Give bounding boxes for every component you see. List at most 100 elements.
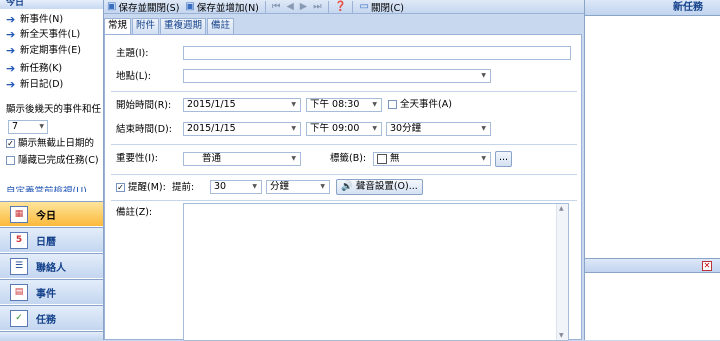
new-task-header: 新任務: [585, 0, 720, 16]
right-lower-header: ✕: [585, 258, 720, 273]
today-header: 今日: [0, 0, 103, 9]
tag-combo[interactable]: 無 ▼: [373, 152, 491, 166]
days-combo[interactable]: 7 ▼: [8, 120, 48, 134]
reminder-unit-combo[interactable]: 分鐘 ▼: [266, 180, 330, 194]
sound-settings-button[interactable]: 🔊 聲音設置(O)...: [336, 179, 423, 195]
color-swatch-icon: [377, 154, 387, 164]
dropdown-arrow-icon: ▼: [320, 183, 325, 190]
help-button[interactable]: ❓: [332, 0, 350, 13]
checkbox-checked-icon: ✓: [6, 139, 15, 148]
new-event-link[interactable]: ➔ 新事件(N): [6, 13, 63, 27]
location-combo[interactable]: ▼: [183, 69, 491, 83]
arrow-right-icon: ➔: [6, 13, 16, 26]
nav-events[interactable]: ▤ 事件: [0, 279, 103, 304]
arrow-right-icon: ➔: [6, 78, 16, 91]
notes-textarea[interactable]: ▲ ▼: [183, 203, 569, 341]
save-add-button[interactable]: ▣ 保存並增加(N): [182, 0, 261, 13]
nav-tasks[interactable]: ✓ 任務: [0, 305, 103, 330]
end-time-label: 結束時間(D):: [116, 124, 172, 135]
dropdown-arrow-icon: ▼: [372, 101, 377, 108]
contacts-icon: ☰: [10, 257, 28, 275]
end-time-combo[interactable]: 下午 09:00 ▼: [306, 122, 382, 136]
speaker-icon: 🔊: [341, 181, 353, 192]
location-label: 地點(L):: [116, 71, 151, 82]
subject-input[interactable]: [183, 46, 571, 60]
tab-general[interactable]: 常規: [104, 18, 132, 35]
first-record-button[interactable]: ⏮: [269, 0, 284, 13]
nav-more[interactable]: [0, 331, 103, 340]
tag-browse-button[interactable]: ...: [495, 151, 513, 167]
today-icon: ▦: [10, 205, 28, 223]
dropdown-arrow-icon: ▼: [291, 101, 296, 108]
right-panel: 新任務 ✕: [584, 0, 720, 340]
tab-notes[interactable]: 備註: [207, 18, 235, 34]
nav-calendar[interactable]: 5 日曆: [0, 227, 103, 252]
divider: [111, 200, 577, 201]
hide-completed-checkbox[interactable]: 隱藏已完成任務(C): [6, 155, 99, 167]
toolbar-separator: [327, 0, 329, 13]
tag-label: 標籤(B):: [330, 153, 367, 164]
close-doc-icon: ▭: [359, 1, 369, 12]
save-add-icon: ▣: [185, 1, 195, 12]
arrow-right-icon: ➔: [6, 44, 16, 57]
prev-icon: ◀: [286, 1, 294, 12]
tab-attachments[interactable]: 附件: [132, 18, 160, 34]
dropdown-arrow-icon: ▼: [372, 125, 377, 132]
divider: [111, 144, 577, 145]
event-form: 主題(I): 地點(L): ▼ 開始時間(R): 2015/1/15 ▼ 下午 0…: [104, 34, 582, 341]
tasks-icon: ✓: [10, 309, 28, 327]
subject-label: 主題(I):: [116, 48, 149, 59]
customize-view-link[interactable]: 自定義當前檢視(U)...: [6, 186, 96, 192]
new-diary-link[interactable]: ➔ 新日記(D): [6, 78, 63, 92]
start-time-combo[interactable]: 下午 08:30 ▼: [306, 98, 382, 112]
nav-today[interactable]: ▦ 今日: [0, 201, 103, 226]
next-record-button[interactable]: ▶: [297, 0, 310, 13]
toolbar: ▣ 保存並關閉(S) ▣ 保存並增加(N) ⏮ ◀ ▶ ⏭ ❓ ▭ 關閉(C): [104, 0, 584, 14]
duration-combo[interactable]: 30分鐘 ▼: [386, 122, 491, 136]
next-icon: ▶: [299, 1, 308, 12]
left-panel: 今日 ➔ 新事件(N) ➔ 新全天事件(L) ➔ 新定期事件(E) ➔ 新任務(K) ➔…: [0, 0, 104, 340]
prev-record-button[interactable]: ◀: [283, 0, 296, 13]
tab-strip: 常規 附件 重複週期 備註: [104, 18, 235, 35]
toolbar-separator: [352, 0, 354, 13]
tab-recurrence[interactable]: 重複週期: [160, 18, 207, 34]
importance-combo[interactable]: 普通 ▼: [183, 152, 301, 166]
close-icon[interactable]: ✕: [702, 261, 712, 271]
calendar-icon: 5: [10, 231, 28, 249]
last-icon: ⏭: [313, 1, 322, 12]
reminder-amount-combo[interactable]: 30 ▼: [210, 180, 262, 194]
close-button[interactable]: ▭ 關閉(C): [356, 0, 407, 13]
divider: [111, 174, 577, 175]
divider: [111, 91, 577, 92]
arrow-right-icon: ➔: [6, 62, 16, 75]
new-recurring-event-link[interactable]: ➔ 新定期事件(E): [6, 44, 81, 58]
allday-checkbox[interactable]: 全天事件(A): [388, 99, 452, 111]
new-allday-event-link[interactable]: ➔ 新全天事件(L): [6, 28, 80, 42]
notes-label: 備註(Z):: [116, 207, 153, 218]
last-record-button[interactable]: ⏭: [310, 0, 325, 13]
start-date-picker[interactable]: 2015/1/15 ▼: [183, 98, 301, 112]
new-task-link[interactable]: ➔ 新任務(K): [6, 62, 62, 76]
show-days-label: 顯示後幾天的事件和任: [6, 104, 102, 115]
dropdown-arrow-icon: ▼: [291, 125, 296, 132]
scroll-up-icon[interactable]: ▲: [559, 205, 564, 212]
dropdown-arrow-icon: ▼: [291, 155, 296, 162]
events-icon: ▤: [10, 283, 28, 301]
toolbar-separator: [264, 0, 266, 13]
help-icon: ❓: [334, 1, 347, 12]
save-close-button[interactable]: ▣ 保存並關閉(S): [104, 0, 182, 13]
importance-label: 重要性(I):: [116, 153, 158, 164]
reminder-checkbox[interactable]: ✓ 提醒(M):: [116, 182, 166, 194]
show-no-due-checkbox[interactable]: ✓ 顯示無截止日期的: [6, 138, 94, 150]
dropdown-arrow-icon: ▼: [39, 123, 44, 130]
dropdown-arrow-icon: ▼: [481, 155, 486, 162]
dropdown-arrow-icon: ▼: [481, 72, 486, 79]
nav-contacts[interactable]: ☰ 聯絡人: [0, 253, 103, 278]
checkbox-icon: [6, 156, 15, 165]
arrow-right-icon: ➔: [6, 28, 16, 41]
save-icon: ▣: [107, 1, 117, 12]
end-date-picker[interactable]: 2015/1/15 ▼: [183, 122, 301, 136]
scroll-down-icon[interactable]: ▼: [559, 332, 564, 339]
before-label: 提前:: [172, 182, 195, 193]
notes-scrollbar[interactable]: ▲ ▼: [556, 204, 568, 340]
